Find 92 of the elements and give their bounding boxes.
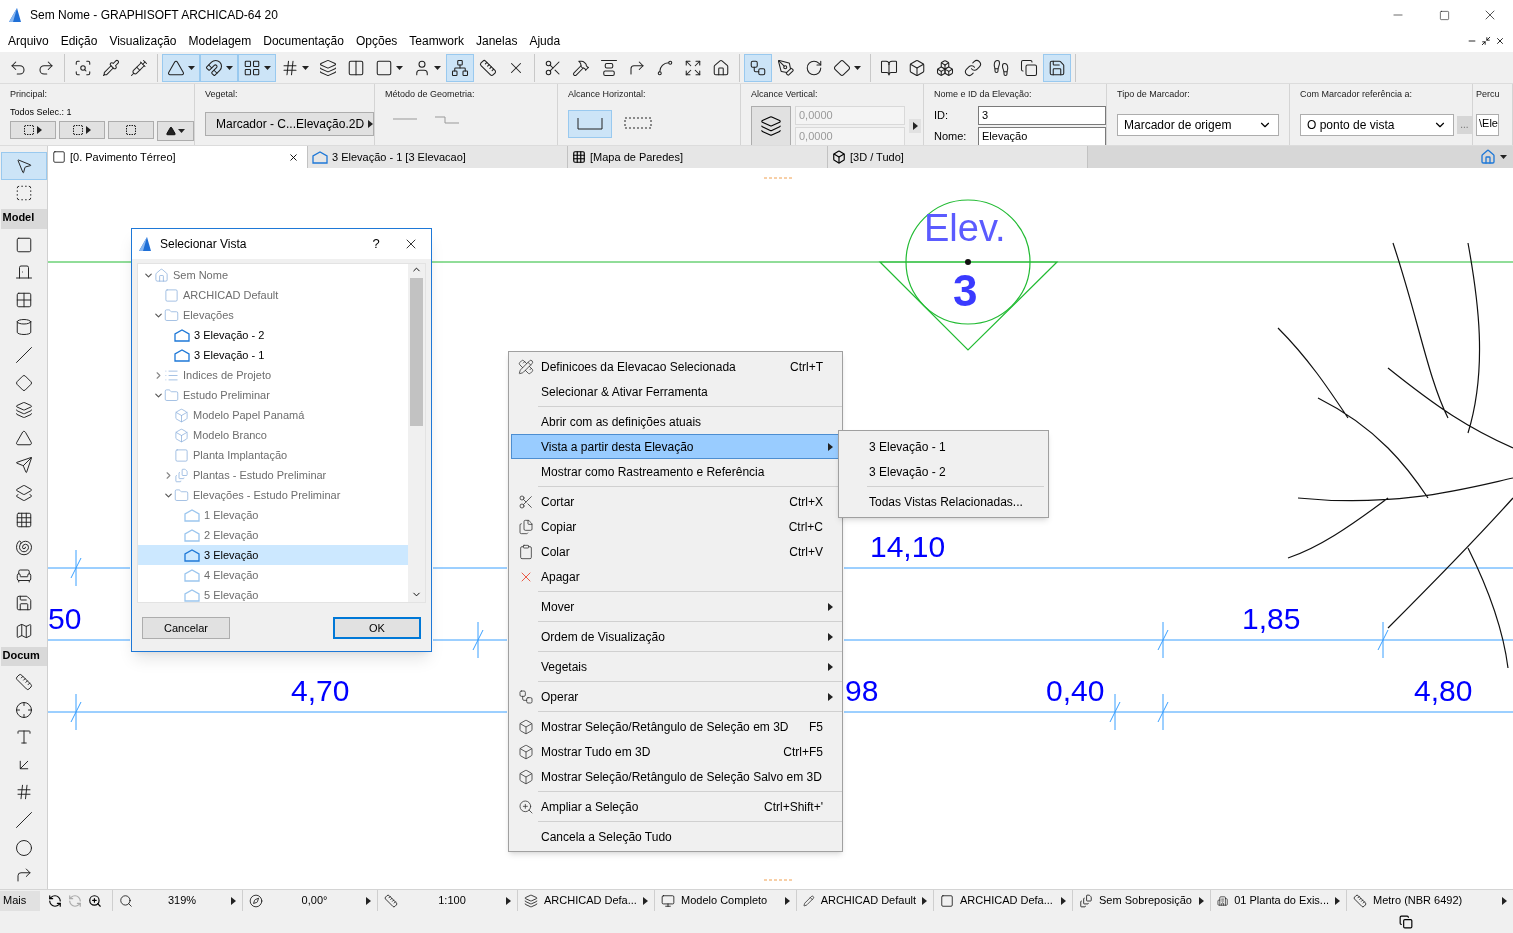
tab[interactable]: [3D / Tudo] <box>828 146 1088 168</box>
menu-item[interactable]: 3 Elevação - 1 <box>869 434 1044 459</box>
menu-item[interactable]: Ampliar a Seleção Ctrl+Shift+' <box>511 794 842 819</box>
menu-item[interactable]: Arquivo <box>2 32 55 50</box>
tree-item[interactable]: Indices de Projeto <box>138 365 408 385</box>
more-button[interactable]: Mais <box>0 890 40 911</box>
tree-item[interactable]: 1 Elevação <box>138 505 408 525</box>
dialog-title: Selecionar Vista <box>160 236 247 253</box>
dialog-button[interactable]: OK <box>333 617 421 639</box>
window-title: Sem Nome - GRAPHISOFT ARCHICAD-64 20 <box>30 7 278 24</box>
select-field[interactable]: O ponto de vista <box>1300 113 1454 136</box>
input-field[interactable]: \Ele <box>1476 113 1499 136</box>
section-heading: Com Marcador referência a: <box>1300 88 1414 101</box>
shortcut-label: Ctrl+F5 <box>783 743 823 761</box>
input-field[interactable]: 3 <box>978 105 1106 125</box>
menu-item[interactable]: Operar <box>511 684 842 709</box>
tree-item[interactable]: Sem Nome <box>138 265 408 285</box>
marker-number: 3 <box>953 268 978 314</box>
tree-item[interactable]: 3 Elevação <box>138 545 408 565</box>
tree-item[interactable]: 4 Elevação <box>138 565 408 585</box>
tab[interactable]: [0. Pavimento Térreo] <box>48 146 308 168</box>
menu-item[interactable]: Selecionar & Ativar Ferramenta <box>511 379 842 404</box>
dropdown-button[interactable]: Marcador - C...Elevação.2D <box>205 111 374 136</box>
tree-item[interactable]: Planta Implantação <box>138 445 408 465</box>
dimension-label: 98 <box>845 674 879 708</box>
shortcut-label: Ctrl+V <box>789 543 823 561</box>
tree-item[interactable]: 3 Elevação - 2 <box>138 325 408 345</box>
tree-item[interactable]: ARCHICAD Default <box>138 285 408 305</box>
shortcut-label: F5 <box>809 718 823 736</box>
selection-count: Todos Selec.: 1 <box>10 105 73 119</box>
menu-item[interactable]: Apagar <box>511 564 842 589</box>
tree-item[interactable]: Elevações <box>138 305 408 325</box>
toolbox-section-header[interactable]: Docum <box>0 646 47 667</box>
tree-item[interactable]: 2 Elevação <box>138 525 408 545</box>
dimension-label: 1,85 <box>1242 602 1301 636</box>
menu-item[interactable]: Mostrar como Rastreamento e Referência <box>511 459 842 484</box>
menu-item[interactable]: Opções <box>349 32 404 50</box>
menu-item[interactable]: Modelagem <box>182 32 258 50</box>
section-heading: Nome e ID da Elevação: <box>934 88 1033 101</box>
section-heading: Método de Geometria: <box>385 88 476 101</box>
menu-item[interactable]: Ajuda <box>523 32 567 50</box>
section-heading: Tipo de Marcador: <box>1117 88 1191 101</box>
dimension-label: 4,70 <box>291 674 350 708</box>
section-heading: Alcance Vertical: <box>751 88 819 101</box>
section-heading: Vegetal: <box>205 88 239 101</box>
menu-item[interactable]: Mostrar Tudo em 3D Ctrl+F5 <box>511 739 842 764</box>
dimension-label: 4,80 <box>1414 674 1473 708</box>
menu-item[interactable]: Mostrar Seleção/Retângulo de Seleção em 3D F5 <box>511 714 842 739</box>
menu-item[interactable]: Visualização <box>103 32 183 50</box>
menu-item[interactable]: Ordem de Visualização <box>511 624 842 649</box>
section-heading: Principal: <box>10 88 48 101</box>
menu-item[interactable]: Teamwork <box>403 32 470 50</box>
dimension-label: 0,40 <box>1046 674 1105 708</box>
menu-item[interactable]: Janelas <box>470 32 524 50</box>
menu-item[interactable]: Cortar Ctrl+X <box>511 489 842 514</box>
field-label: ID: <box>934 107 950 123</box>
help-button[interactable]: ? <box>361 234 391 254</box>
tree-item[interactable]: Elevações - Estudo Preliminar <box>138 485 408 505</box>
dimension-label: 50 <box>48 602 82 636</box>
menu-item[interactable]: Edição <box>54 32 104 50</box>
menu-item[interactable]: Mover <box>511 594 842 619</box>
dialog-button[interactable]: Cancelar <box>142 617 230 639</box>
menu-item[interactable]: Vegetais <box>511 654 842 679</box>
toolbox-section-header[interactable]: Model <box>0 209 47 229</box>
menu-item[interactable]: 3 Elevação - 2 <box>869 459 1044 484</box>
field-label: Nome: <box>934 128 968 144</box>
tab[interactable]: 3 Elevação - 1 [3 Elevacao] <box>308 146 568 168</box>
tree-item[interactable]: Plantas - Estudo Preliminar <box>138 465 408 485</box>
dimension-label: 14,10 <box>870 530 946 564</box>
tree-item[interactable]: Modelo Branco <box>138 425 408 445</box>
tree-item[interactable]: 3 Elevação - 1 <box>138 345 408 365</box>
tree-item[interactable]: Modelo Papel Panamá <box>138 405 408 425</box>
menu-item[interactable]: Definicoes da Elevacao Selecionada Ctrl+T <box>511 354 842 379</box>
menu-item[interactable]: Abrir com as definições atuais <box>511 409 842 434</box>
tree-item[interactable]: 5 Elevação <box>138 585 408 602</box>
menu-item[interactable]: Mostrar Seleção/Retângulo de Seleção Salvo em 3D <box>511 764 842 789</box>
menu-item[interactable]: Copiar Ctrl+C <box>511 514 842 539</box>
shortcut-label: Ctrl+Shift+' <box>764 798 823 816</box>
menu-item[interactable]: Documentação <box>257 32 350 50</box>
tree-item[interactable]: Estudo Preliminar <box>138 385 408 405</box>
menu-item[interactable]: Colar Ctrl+V <box>511 539 842 564</box>
shortcut-label: Ctrl+T <box>790 358 823 376</box>
menu-item[interactable]: Todas Vistas Relacionadas... <box>869 489 1048 514</box>
section-heading: Percu <box>1476 88 1501 101</box>
section-heading: Alcance Horizontal: <box>568 88 647 101</box>
shortcut-label: Ctrl+X <box>789 493 823 511</box>
tab[interactable]: [Mapa de Paredes] <box>568 146 828 168</box>
shortcut-label: Ctrl+C <box>788 518 823 536</box>
input-field[interactable]: Elevação <box>978 126 1106 145</box>
select-field[interactable]: Marcador de origem <box>1117 113 1279 136</box>
marker-title: Elev. <box>924 206 1006 250</box>
menu-item[interactable]: Cancela a Seleção Tudo <box>511 824 842 849</box>
